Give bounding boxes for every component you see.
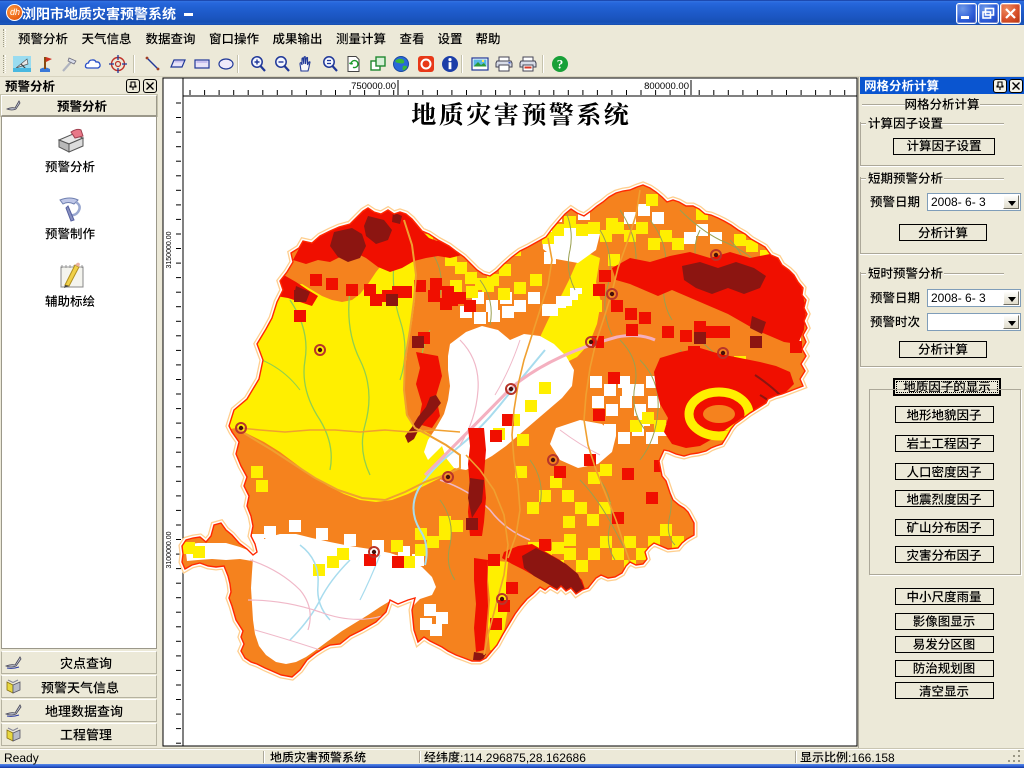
svg-text:3100000.00: 3100000.00 <box>166 531 173 568</box>
svg-text:750000.00: 750000.00 <box>351 81 396 92</box>
svg-text:800000.00: 800000.00 <box>644 81 689 92</box>
svg-text:3150000.00: 3150000.00 <box>166 231 173 268</box>
svg-text:?: ? <box>557 57 564 72</box>
